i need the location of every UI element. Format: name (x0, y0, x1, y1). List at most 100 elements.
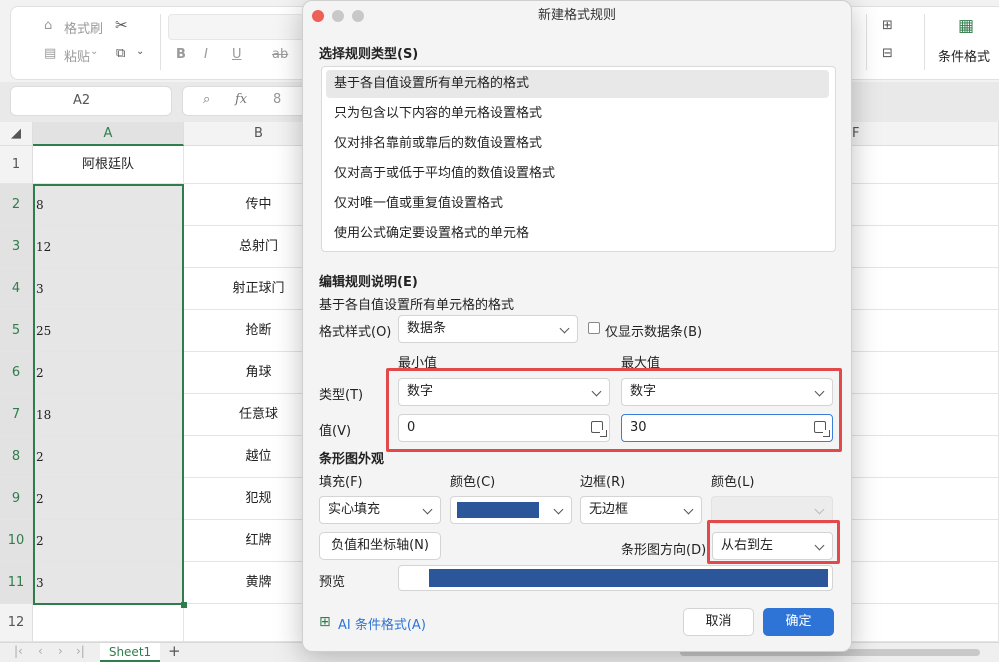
bar-appearance-label: 条形图外观 (319, 452, 385, 467)
copy-icon[interactable]: ⧉ (116, 46, 125, 61)
cell-f[interactable] (834, 226, 999, 268)
first-sheet-icon[interactable]: |‹ (14, 644, 23, 658)
cell-a[interactable]: 2 (33, 436, 184, 478)
format-painter-button[interactable]: 格式刷 (64, 18, 103, 37)
bold-button[interactable]: B (176, 47, 186, 62)
format-icon[interactable]: ⊞ (882, 18, 893, 33)
format-style-select[interactable]: 数据条 (398, 315, 578, 343)
cell-f[interactable] (834, 352, 999, 394)
max-value-input[interactable]: 30 (621, 414, 833, 442)
add-sheet-icon[interactable]: + (168, 642, 181, 660)
row-header[interactable]: 3 (0, 226, 33, 268)
conditional-format-icon[interactable]: ▦ (958, 16, 974, 36)
name-box[interactable]: A2 (10, 86, 172, 116)
min-type-select[interactable]: 数字 (398, 378, 610, 406)
bar-direction-select[interactable]: 从右到左 (712, 532, 833, 560)
show-bar-only-checkbox[interactable] (588, 322, 600, 334)
select-all-corner[interactable]: ◢ (0, 122, 33, 146)
cell-a[interactable]: 3 (33, 268, 184, 310)
cancel-button[interactable]: 取消 (683, 608, 754, 636)
cell-f[interactable] (834, 268, 999, 310)
cell-a[interactable]: 2 (33, 352, 184, 394)
row-header[interactable]: 6 (0, 352, 33, 394)
row-header[interactable]: 4 (0, 268, 33, 310)
conditional-format-button[interactable]: 条件格式 (938, 46, 990, 65)
ok-button[interactable]: 确定 (763, 608, 834, 636)
cell-a[interactable]: 12 (33, 226, 184, 268)
cell-picker-icon[interactable] (591, 421, 607, 437)
paste-button[interactable]: 粘贴 (64, 46, 90, 65)
formula-input[interactable]: ⌕ fx 8 (182, 86, 314, 116)
prev-sheet-icon[interactable]: ‹ (38, 644, 43, 658)
row-header[interactable]: 11 (0, 562, 33, 604)
paste-dropdown-icon[interactable]: ⌄ (90, 46, 98, 57)
font-name-select[interactable] (168, 14, 304, 40)
column-header-f[interactable]: F (834, 122, 999, 146)
name-box-value: A2 (73, 93, 91, 108)
column-header-a[interactable]: A (33, 122, 184, 146)
border-select[interactable]: 无边框 (580, 496, 702, 524)
zoom-icon[interactable]: ⌕ (203, 92, 210, 107)
cell-picker-icon[interactable] (814, 421, 830, 437)
close-button[interactable] (312, 10, 324, 22)
minimize-button[interactable] (332, 10, 344, 22)
sheet-tab-sheet1[interactable]: Sheet1 (100, 643, 160, 662)
last-sheet-icon[interactable]: ›| (76, 644, 85, 658)
fill-select[interactable]: 实心填充 (319, 496, 441, 524)
cell-a[interactable]: 3 (33, 562, 184, 604)
row-header[interactable]: 5 (0, 310, 33, 352)
cell-a[interactable] (33, 604, 184, 642)
row-header[interactable]: 2 (0, 184, 33, 226)
cell-f[interactable] (834, 604, 999, 642)
min-value: 0 (407, 420, 416, 435)
cell-f[interactable] (834, 310, 999, 352)
cell-f[interactable] (834, 436, 999, 478)
italic-button[interactable]: I (204, 47, 208, 62)
row-header[interactable]: 8 (0, 436, 33, 478)
row-header[interactable]: 7 (0, 394, 33, 436)
zoom-button[interactable] (352, 10, 364, 22)
cell-a[interactable]: 25 (33, 310, 184, 352)
row-header[interactable]: 1 (0, 146, 33, 184)
cell-a[interactable]: 2 (33, 520, 184, 562)
fill-value: 实心填充 (328, 502, 381, 517)
cell-f[interactable] (834, 520, 999, 562)
next-sheet-icon[interactable]: › (58, 644, 63, 658)
rule-type-item[interactable]: 使用公式确定要设置格式的单元格 (326, 220, 829, 248)
rule-type-item[interactable]: 只为包含以下内容的单元格设置格式 (326, 100, 829, 128)
function-icon[interactable]: fx (235, 92, 247, 107)
copy-dropdown-icon[interactable]: ⌄ (136, 46, 144, 57)
cell-f[interactable] (834, 184, 999, 226)
cell-f[interactable] (834, 562, 999, 604)
rule-type-item[interactable]: 基于各自值设置所有单元格的格式 (326, 70, 829, 98)
bar-direction-label: 条形图方向(D) (621, 543, 707, 558)
cell-f[interactable] (834, 478, 999, 520)
strikethrough-button[interactable]: ab (272, 47, 288, 62)
underline-button[interactable]: U (232, 47, 242, 62)
cell-a[interactable]: 阿根廷队 (33, 146, 184, 184)
format-style-value: 数据条 (407, 321, 447, 336)
preview-bar (429, 569, 828, 587)
cell-f[interactable] (834, 146, 999, 184)
cell-a[interactable]: 8 (33, 184, 184, 226)
chevron-down-icon (553, 504, 564, 515)
rule-type-item[interactable]: 仅对唯一值或重复值设置格式 (326, 190, 829, 218)
ai-format-link[interactable]: AI 条件格式(A) (338, 614, 426, 633)
fill-handle[interactable] (181, 602, 187, 608)
row-header[interactable]: 10 (0, 520, 33, 562)
bar-color-select[interactable] (450, 496, 572, 524)
row-header[interactable]: 9 (0, 478, 33, 520)
negative-axis-button[interactable]: 负值和坐标轴(N) (319, 532, 441, 560)
cell-a[interactable]: 18 (33, 394, 184, 436)
min-value-input[interactable]: 0 (398, 414, 610, 442)
max-type-select[interactable]: 数字 (621, 378, 833, 406)
cut-icon[interactable]: ✂ (115, 16, 128, 34)
rule-type-item[interactable]: 仅对高于或低于平均值的数值设置格式 (326, 160, 829, 188)
cell-a[interactable]: 2 (33, 478, 184, 520)
ai-format-icon[interactable]: ⊞ (319, 614, 331, 630)
row-header[interactable]: 12 (0, 604, 33, 642)
cell-f[interactable] (834, 394, 999, 436)
table-icon[interactable]: ⊟ (882, 46, 893, 61)
rule-type-item[interactable]: 仅对排名靠前或靠后的数值设置格式 (326, 130, 829, 158)
border-color-select[interactable] (711, 496, 833, 524)
